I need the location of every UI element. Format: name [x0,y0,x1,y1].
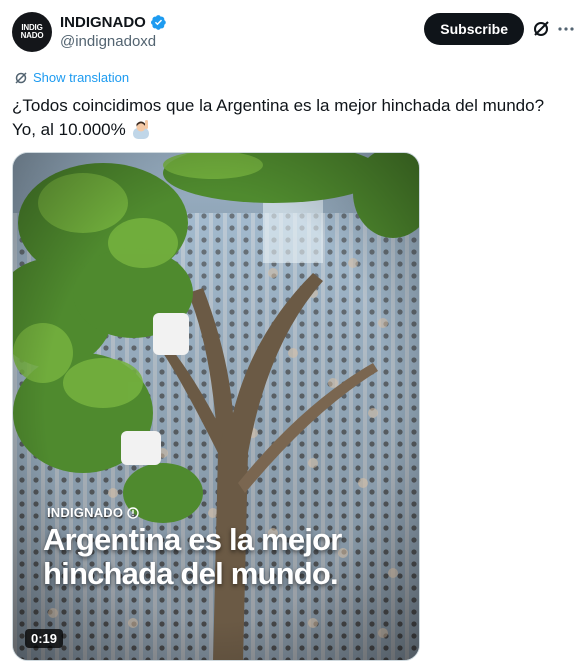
author-names: INDIGNADO @indignadoxd [60,12,167,50]
video-watermark: INDIGNADO [47,505,139,520]
video-caption-line-2: hinchada del mundo. [43,556,339,591]
post-text-line-1: ¿Todos coincidimos que la Argentina es l… [12,96,545,115]
post-text: ¿Todos coincidimos que la Argentina es l… [12,94,578,142]
grok-icon[interactable] [530,18,552,40]
post-header: INDIG NADO INDIGNADO @indignadoxd Subscr… [12,10,576,54]
video-player[interactable]: INDIGNADO Argentina es la mejor hinchada… [12,152,420,661]
grok-icon-glyph [534,21,549,36]
avatar[interactable]: INDIG NADO [12,12,52,52]
verified-badge-icon [150,14,166,30]
video-caption-line-1: Argentina es la mejor [43,522,342,557]
exclamation-circle-icon [127,506,139,519]
show-translation-link[interactable]: Show translation [14,70,129,85]
display-name[interactable]: INDIGNADO [60,14,146,31]
raising-hand-emoji-icon [133,120,150,139]
avatar-logo-text: INDIG NADO [20,23,44,40]
post-text-line-2: Yo, al 10.000% [12,118,578,142]
username-handle[interactable]: @indignadoxd [60,33,167,50]
show-translation-label: Show translation [33,70,130,85]
more-options-icon[interactable] [556,18,576,40]
subscribe-button[interactable]: Subscribe [424,13,524,45]
ellipsis-icon [558,27,574,31]
video-caption: Argentina es la mejor hinchada del mundo… [43,522,342,591]
video-duration-badge: 0:19 [25,629,64,648]
translate-icon [15,71,27,84]
